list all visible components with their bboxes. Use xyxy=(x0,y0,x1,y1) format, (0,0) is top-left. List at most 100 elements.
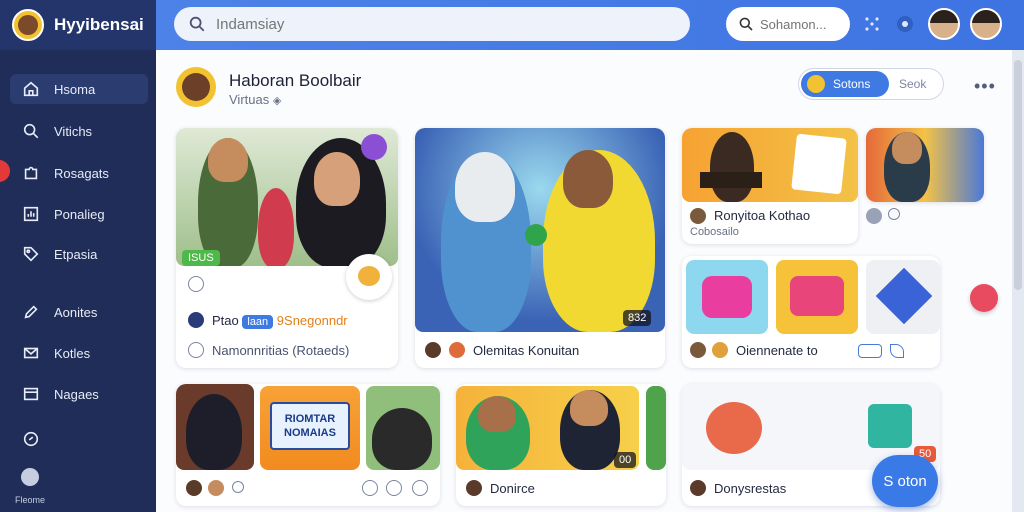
content-card[interactable]: RIOMTAR NOMAIAS xyxy=(176,384,440,506)
sidebar-item-clock[interactable] xyxy=(10,424,148,454)
media-counter: 00 xyxy=(614,452,637,468)
search-icon xyxy=(739,17,753,31)
sidebar-item-puzzle[interactable]: Rosagats xyxy=(10,158,148,188)
card-title-text: Oiennenate xyxy=(736,343,804,358)
profile-avatar[interactable] xyxy=(176,67,216,107)
sidebar-item-label: Nagaes xyxy=(54,386,99,402)
content-card[interactable]: 00 Donirce xyxy=(456,384,666,506)
card-image xyxy=(366,386,440,470)
card-meta-line: Ptao laan 9Snegonndr xyxy=(212,313,348,329)
meta-pill[interactable]: laan xyxy=(242,315,274,329)
card-caption: Namonnritias (Rotaeds) xyxy=(212,343,350,358)
secondary-search-input[interactable] xyxy=(760,16,850,32)
puzzle-icon xyxy=(24,166,38,180)
sidebar-item-window[interactable]: Nagaes xyxy=(10,379,148,409)
search-icon xyxy=(189,16,205,32)
sidebar-item-label: Ponalieg xyxy=(54,206,105,222)
top-bar xyxy=(156,0,1024,50)
message-icon[interactable] xyxy=(188,342,204,358)
sidebar-item-pen[interactable]: Aonites xyxy=(10,297,148,327)
content-card[interactable]: Oiennenate to xyxy=(682,256,940,368)
card-subtitle: Cobosailo xyxy=(690,226,739,238)
sidebar-profile[interactable]: Fleome xyxy=(10,468,50,508)
mail-icon xyxy=(23,347,39,359)
avatar xyxy=(690,208,706,224)
subtitle-text: Virtuas xyxy=(229,92,270,107)
avatar xyxy=(712,342,728,358)
card-image xyxy=(682,128,858,202)
avatar xyxy=(449,342,465,358)
search-bar[interactable] xyxy=(174,7,690,41)
content-card[interactable] xyxy=(866,128,984,202)
avatar xyxy=(690,342,706,358)
sidebar-item-search[interactable]: Vitichs xyxy=(10,116,148,146)
search-input[interactable] xyxy=(216,15,618,33)
secondary-search[interactable] xyxy=(726,7,850,41)
scrollbar-thumb[interactable] xyxy=(1014,60,1022,290)
card-title: Donysrestas xyxy=(714,481,787,496)
sticker-image xyxy=(776,260,858,334)
card-title: Donirce xyxy=(490,481,535,496)
avatar xyxy=(21,468,39,486)
notification-icon[interactable] xyxy=(895,14,915,34)
avatar xyxy=(866,208,882,224)
comment-icon[interactable] xyxy=(188,276,204,292)
card-title: Oiennenate to xyxy=(736,343,818,358)
sidebar-item-label: Hsoma xyxy=(54,81,96,97)
card-image xyxy=(176,128,398,266)
sticker-image xyxy=(686,260,768,334)
verified-icon: ◈ xyxy=(272,95,282,107)
window-icon xyxy=(23,387,39,401)
sidebar-item-mail[interactable]: Kotles xyxy=(10,338,148,368)
sidebar-item-label: Rosagats xyxy=(54,165,109,181)
sidebar: Hyyibensai Hsoma Vitichs Rosagats Ponali… xyxy=(0,0,156,512)
page-subtitle: Virtuas ◈ xyxy=(229,92,281,107)
meta-a: Ptao xyxy=(212,313,239,328)
heart-icon[interactable] xyxy=(970,284,998,312)
avatar xyxy=(188,312,204,328)
clock-icon xyxy=(23,431,39,447)
toggle-option-inactive[interactable]: Seok xyxy=(899,77,926,91)
floating-action-button[interactable]: S oton xyxy=(872,455,938,507)
avatar xyxy=(186,480,202,496)
sidebar-item-chart[interactable]: Ponalieg xyxy=(10,199,148,229)
brand[interactable]: Hyyibensai xyxy=(0,0,156,50)
share-icon[interactable] xyxy=(858,344,882,358)
sidebar-item-home[interactable]: Hsoma xyxy=(10,74,148,104)
sidebar-profile-label: Fleome xyxy=(14,495,45,505)
bookmark-icon[interactable] xyxy=(890,344,904,358)
like-icon[interactable] xyxy=(888,208,900,220)
media-counter: 832 xyxy=(623,310,652,326)
content-card[interactable]: ISUS Ptao laan 9Snegonndr Namonnritias (… xyxy=(176,128,398,368)
like-icon[interactable] xyxy=(232,481,244,493)
card-image xyxy=(866,128,984,202)
card-title: Ronyitoa Kothao xyxy=(714,208,811,223)
apps-icon[interactable] xyxy=(862,14,882,34)
avatar xyxy=(208,480,224,496)
card-image xyxy=(646,386,666,470)
user-avatar[interactable] xyxy=(928,8,960,40)
avatar xyxy=(690,480,706,496)
scrollbar[interactable] xyxy=(1012,50,1024,512)
view-toggle[interactable]: Sotons Seok xyxy=(798,68,944,100)
brand-logo xyxy=(12,9,44,41)
pen-icon xyxy=(24,305,38,319)
user-avatar-secondary[interactable] xyxy=(970,8,1002,40)
content-card[interactable]: Ronyitoa Kothao Cobosailo xyxy=(682,128,858,244)
sidebar-item-tag[interactable]: Etpasia xyxy=(10,239,148,269)
tag-icon xyxy=(23,246,39,262)
share-icon[interactable] xyxy=(412,480,428,496)
toggle-option-active[interactable]: Sotons xyxy=(801,71,889,97)
sidebar-item-label: Vitichs xyxy=(54,123,93,139)
meta-b: 9Snegonndr xyxy=(276,313,348,328)
reaction-button[interactable] xyxy=(346,254,392,300)
chart-icon xyxy=(23,206,39,222)
avatar xyxy=(466,480,482,496)
card-title-extra: to xyxy=(806,343,818,358)
more-icon[interactable]: ••• xyxy=(974,76,996,97)
retweet-icon[interactable] xyxy=(362,480,378,496)
link-icon[interactable] xyxy=(386,480,402,496)
content-card[interactable]: 832 Olemitas Konuitan xyxy=(415,128,665,368)
app-name: Hyyibensai xyxy=(54,15,144,34)
banner-text: RIOMTAR NOMAIAS xyxy=(270,402,350,450)
